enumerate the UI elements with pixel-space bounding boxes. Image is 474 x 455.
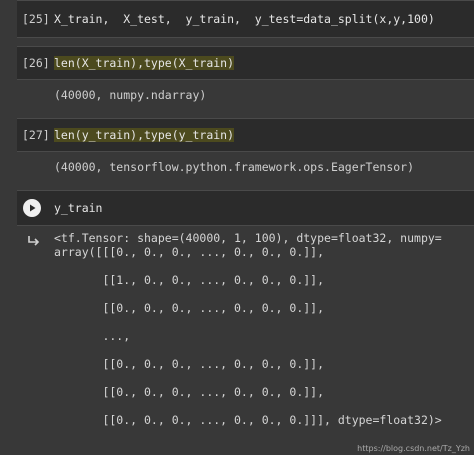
output-line: ...,	[54, 329, 131, 343]
run-cell-button[interactable]	[23, 199, 41, 217]
code-input[interactable]: len(y_train),type(y_train)	[54, 128, 235, 142]
execution-count: [26]	[22, 56, 50, 70]
code-input[interactable]: y_train	[54, 201, 102, 215]
output-line: [[0., 0., 0., ..., 0., 0., 0.]],	[54, 385, 325, 399]
tensor-output: <tf.Tensor: shape=(40000, 1, 100), dtype…	[54, 231, 442, 427]
code-input[interactable]: X_train, X_test, y_train, y_test=data_sp…	[54, 12, 435, 26]
cell-output: (40000, tensorflow.python.framework.ops.…	[54, 160, 415, 174]
cell-output: (40000, numpy.ndarray)	[54, 88, 207, 102]
output-line: [[1., 0., 0., ..., 0., 0., 0.]],	[54, 273, 325, 287]
code-cell-25[interactable]: [25] X_train, X_test, y_train, y_test=da…	[17, 0, 474, 38]
output-line: array([[[0., 0., 0., ..., 0., 0., 0.]],	[54, 245, 325, 259]
code-cell-26[interactable]: [26] len(X_train),type(X_train)	[17, 46, 474, 80]
watermark: https://blog.csdn.net/Tz_Yzh	[357, 444, 470, 453]
code-input[interactable]: len(X_train),type(X_train)	[54, 56, 235, 70]
code-cell-current[interactable]: y_train	[17, 190, 474, 226]
play-icon	[30, 204, 36, 212]
output-line: [[0., 0., 0., ..., 0., 0., 0.]],	[54, 301, 325, 315]
execution-count: [27]	[22, 128, 50, 142]
output-redirect-icon[interactable]	[27, 234, 41, 251]
code-cell-27[interactable]: [27] len(y_train),type(y_train)	[17, 118, 474, 152]
execution-count: [25]	[22, 12, 50, 26]
output-line: [[0., 0., 0., ..., 0., 0., 0.]]], dtype=…	[54, 413, 442, 427]
output-line: <tf.Tensor: shape=(40000, 1, 100), dtype…	[54, 231, 442, 245]
output-line: [[0., 0., 0., ..., 0., 0., 0.]],	[54, 357, 325, 371]
